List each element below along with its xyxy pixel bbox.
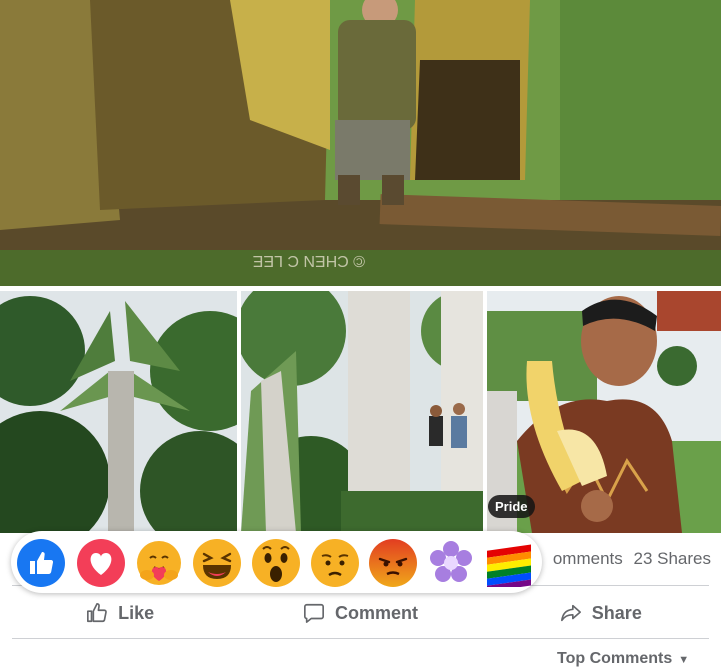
post-stats: omments 23 Shares [547, 549, 711, 569]
haha-reaction-icon [193, 539, 241, 587]
pride-flag-icon [487, 544, 531, 587]
share-icon [560, 604, 581, 622]
wow-reaction-icon [252, 539, 300, 587]
reaction-flower[interactable] [427, 539, 475, 587]
post-actions: Like Comment Share [0, 596, 721, 630]
reaction-haha[interactable] [193, 539, 241, 587]
post-photo-main[interactable]: © CHEN C LEE [0, 0, 721, 286]
reaction-love[interactable] [77, 539, 125, 587]
share-label: Share [591, 602, 642, 623]
post-photo-tree-a[interactable] [0, 291, 237, 533]
comment-icon [303, 603, 324, 623]
like-reaction-icon [17, 539, 65, 587]
caret-down-icon: ▼ [678, 654, 690, 666]
sad-reaction-icon [311, 539, 359, 587]
reaction-wow[interactable] [252, 539, 300, 587]
reaction-picker [11, 531, 542, 593]
reaction-sad[interactable] [311, 539, 359, 587]
flower-reaction-icon [430, 541, 472, 582]
reaction-angry[interactable] [369, 539, 417, 587]
comment-label: Comment [334, 602, 418, 623]
reaction-pride[interactable] [485, 539, 533, 587]
divider [12, 638, 709, 639]
care-reaction-icon [137, 541, 181, 585]
top-comments-label: Top Comments [557, 650, 673, 667]
like-button[interactable]: Like [0, 596, 240, 630]
thumbs-up-icon [87, 603, 107, 623]
share-button[interactable]: Share [481, 596, 721, 630]
love-reaction-icon [77, 539, 125, 587]
reaction-tooltip: Pride [488, 495, 535, 518]
like-label: Like [118, 602, 155, 623]
photo-watermark: © CHEN C LEE [253, 252, 365, 269]
reaction-care[interactable] [135, 539, 183, 587]
comments-count[interactable]: omments [553, 549, 623, 568]
reaction-like[interactable] [17, 539, 65, 587]
top-comments-dropdown[interactable]: Top Comments ▼ [557, 650, 689, 668]
comment-button[interactable]: Comment [240, 596, 480, 630]
shares-count[interactable]: 23 Shares [634, 549, 712, 568]
post-photo-tree-b[interactable] [241, 291, 483, 533]
angry-reaction-icon [369, 539, 417, 587]
